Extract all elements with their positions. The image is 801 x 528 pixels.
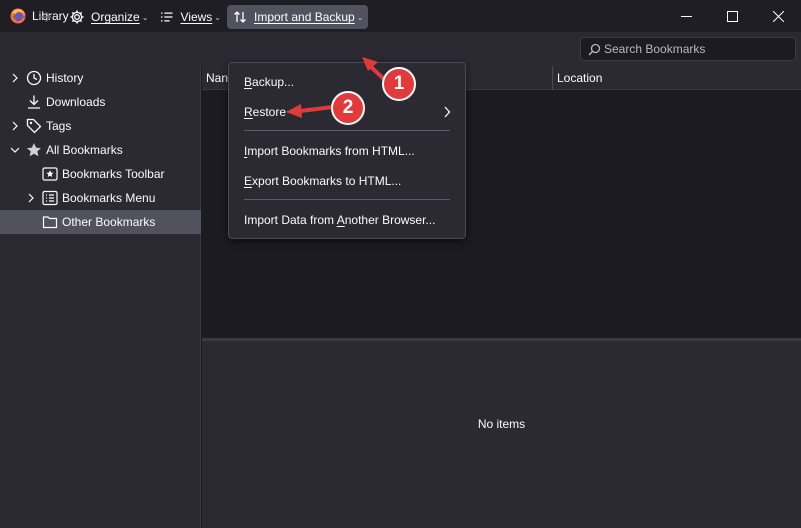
sidebar-item-label: Tags xyxy=(46,119,72,133)
import-backup-menu: Backup... Restore Import Bookmarks from … xyxy=(228,62,466,239)
sidebar-item-other-bookmarks[interactable]: Other Bookmarks xyxy=(0,210,201,234)
star-icon xyxy=(27,143,41,157)
bookmarks-menu-icon xyxy=(42,190,58,206)
sidebar-item-label: Bookmarks Menu xyxy=(62,191,156,205)
gear-icon xyxy=(70,10,84,24)
menu-accesskey: B xyxy=(244,75,253,89)
clock-icon xyxy=(26,70,42,86)
minimize-button[interactable] xyxy=(663,0,709,32)
bookmarks-toolbar-icon xyxy=(42,167,58,181)
list-icon xyxy=(160,12,173,22)
maximize-icon xyxy=(726,10,738,22)
tag-icon xyxy=(26,118,42,134)
step-badge-1: 1 xyxy=(382,67,416,101)
menu-item-label: Export Bookmarks to HTML... xyxy=(244,174,402,188)
menu-item-label: Restore xyxy=(244,105,287,119)
sidebar-item-downloads[interactable]: Downloads xyxy=(0,90,201,114)
views-label: Views xyxy=(180,10,213,24)
folder-icon xyxy=(42,216,58,229)
import-backup-label: Import and Backup xyxy=(254,10,355,24)
sidebar-item-label: Downloads xyxy=(46,95,106,109)
sidebar-item-history[interactable]: History xyxy=(0,66,201,90)
sidebar-item-label: Bookmarks Toolbar xyxy=(62,167,165,181)
sidebar-item-label: History xyxy=(46,71,84,85)
chevron-down-icon: ⌄ xyxy=(141,12,149,22)
close-icon xyxy=(772,10,784,22)
sidebar-tree: History Downloads Tags All Bookmarks Boo… xyxy=(0,66,201,528)
sidebar-item-tags[interactable]: Tags xyxy=(0,114,201,138)
import-backup-button[interactable]: Import and Backup ⌄ xyxy=(227,5,368,29)
arrow-right-icon xyxy=(39,12,52,22)
details-pane: No items xyxy=(202,341,801,528)
sidebar-item-bookmarks-toolbar[interactable]: Bookmarks Toolbar xyxy=(0,162,201,186)
menu-item-label: Backup... xyxy=(244,75,295,89)
chevron-down-icon: ⌄ xyxy=(214,12,221,22)
column-location-label: Location xyxy=(557,71,603,85)
views-button[interactable]: Views ⌄ xyxy=(155,5,221,29)
chevron-right-icon[interactable] xyxy=(9,72,21,84)
column-name-label: Nan xyxy=(206,71,229,85)
menu-item-label: Import Bookmarks from HTML... xyxy=(244,144,415,158)
menu-item-import-html[interactable]: Import Bookmarks from HTML... xyxy=(229,139,465,163)
search-box[interactable] xyxy=(580,37,796,61)
menu-accesskey: A xyxy=(336,213,345,227)
menu-item-label: Import Data from Another Browser... xyxy=(244,213,436,227)
search-input[interactable] xyxy=(604,41,790,57)
organize-label: Organize xyxy=(91,10,140,24)
step-badge-2: 2 xyxy=(331,91,365,125)
download-icon xyxy=(28,95,40,109)
menu-accesskey: E xyxy=(244,174,253,188)
search-icon xyxy=(588,43,601,56)
import-export-arrows-icon xyxy=(234,11,246,23)
arrow-left-icon xyxy=(12,12,25,22)
chevron-right-icon xyxy=(444,106,451,118)
menu-accesskey: I xyxy=(244,144,248,158)
forward-button[interactable] xyxy=(32,5,58,29)
menu-accesskey: R xyxy=(244,105,253,119)
sidebar-item-all-bookmarks[interactable]: All Bookmarks xyxy=(0,138,201,162)
menu-item-export-html[interactable]: Export Bookmarks to HTML... xyxy=(229,169,465,193)
organize-button[interactable]: Organize ⌄ xyxy=(64,5,150,29)
step-badge-number: 2 xyxy=(342,97,354,118)
column-location[interactable]: Location xyxy=(553,66,801,90)
chevron-right-icon[interactable] xyxy=(25,192,37,204)
chevron-down-icon: ⌄ xyxy=(356,12,364,22)
minimize-icon xyxy=(680,15,692,17)
sidebar-item-label: All Bookmarks xyxy=(46,143,123,157)
back-button[interactable] xyxy=(6,5,32,29)
chevron-down-icon[interactable] xyxy=(9,144,21,156)
step-badge-number: 1 xyxy=(393,73,405,94)
close-button[interactable] xyxy=(755,0,801,32)
menu-separator xyxy=(244,130,450,131)
sidebar-item-label: Other Bookmarks xyxy=(62,215,156,229)
maximize-button[interactable] xyxy=(709,0,755,32)
chevron-right-icon[interactable] xyxy=(9,120,21,132)
sidebar-item-bookmarks-menu[interactable]: Bookmarks Menu xyxy=(0,186,201,210)
menu-item-import-browser[interactable]: Import Data from Another Browser... xyxy=(229,208,465,232)
empty-state-text: No items xyxy=(477,417,526,431)
menu-separator xyxy=(244,199,450,200)
